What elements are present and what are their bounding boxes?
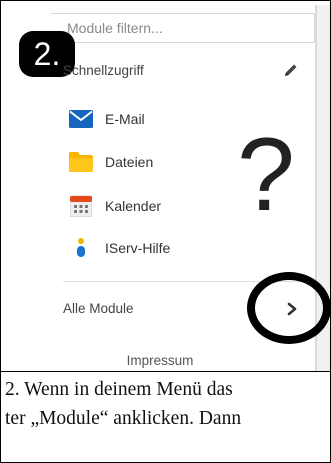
impressum-link[interactable]: Impressum — [5, 353, 315, 368]
folder-icon — [69, 150, 93, 174]
caption-line-1: 2. Wenn in deinem Menü das — [5, 379, 233, 400]
highlight-circle — [247, 272, 330, 344]
help-label: IServ-Hilfe — [105, 240, 171, 256]
instruction-caption: 2. Wenn in deinem Menü das ter „Module“ … — [1, 371, 330, 462]
quick-access-item-email[interactable]: E-Mail — [69, 107, 145, 131]
quick-access-label: Schnellzugriff — [63, 63, 144, 78]
quick-access-item-calendar[interactable]: Kalender — [69, 194, 161, 218]
question-mark-annotation: ? — [237, 117, 295, 233]
module-filter-field[interactable] — [51, 13, 315, 43]
mail-icon — [69, 107, 93, 131]
quick-access-item-help[interactable]: IServ-Hilfe — [69, 236, 170, 260]
calendar-icon — [69, 194, 93, 218]
screenshot-area: 2. Schnellzugriff E-Mail Dateien — [5, 5, 330, 371]
caption-line-2: ter „Module“ anklicken. Dann — [5, 408, 242, 429]
quick-access-item-files[interactable]: Dateien — [69, 150, 153, 174]
tutorial-frame: 2. Schnellzugriff E-Mail Dateien — [0, 0, 331, 463]
calendar-label: Kalender — [105, 198, 162, 214]
module-filter-input[interactable] — [67, 15, 307, 41]
help-icon — [69, 236, 93, 260]
pencil-icon[interactable] — [283, 62, 299, 78]
all-modules-link[interactable]: Alle Module — [63, 301, 134, 316]
files-label: Dateien — [105, 154, 154, 170]
email-label: E-Mail — [105, 111, 145, 127]
